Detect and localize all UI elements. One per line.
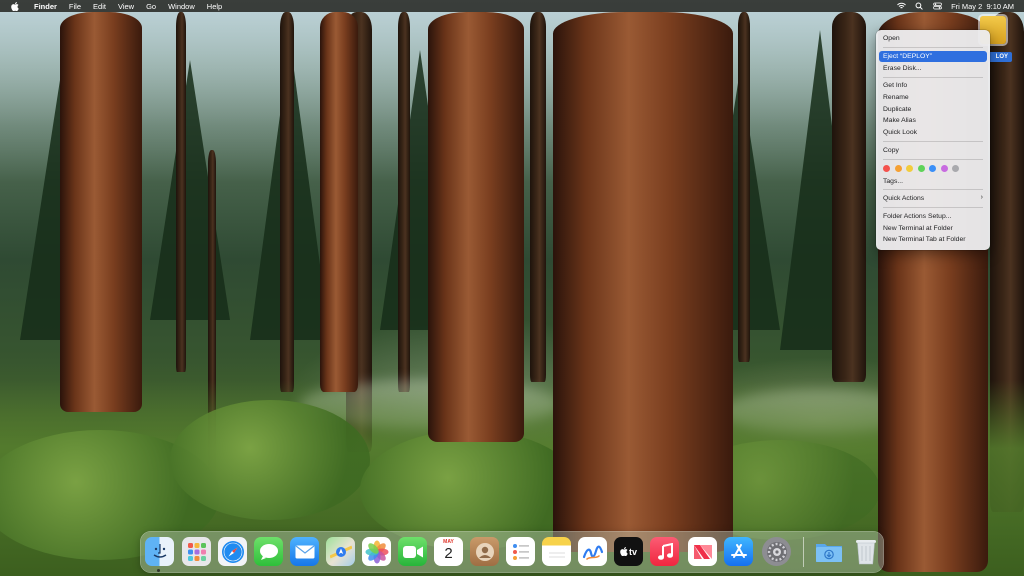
tag-blue-dot[interactable] [929, 165, 936, 173]
dock-safari-icon[interactable] [218, 537, 247, 566]
dock-reminders-icon[interactable] [506, 537, 535, 566]
context-menu: Open Eject “DEPLOY” Erase Disk... Get In… [876, 30, 990, 250]
tree-trunk [832, 12, 866, 382]
menu-item-folder-actions-setup[interactable]: Folder Actions Setup... [879, 211, 987, 223]
menu-bar: Finder File Edit View Go Window Help Fri… [0, 0, 1024, 12]
tag-red-dot[interactable] [883, 165, 890, 173]
tree-trunk [280, 12, 294, 392]
quick-actions-label: Quick Actions [883, 195, 925, 203]
control-center-icon[interactable] [933, 2, 942, 10]
sequoia-trunk [320, 12, 358, 392]
menu-view[interactable]: View [118, 2, 134, 11]
tree-trunk [176, 12, 186, 372]
dock-maps-icon[interactable] [326, 537, 355, 566]
sequoia-trunk [428, 12, 524, 442]
menu-separator [883, 207, 983, 209]
tag-green-dot[interactable] [917, 165, 925, 173]
dock-notes-icon[interactable] [542, 537, 571, 566]
menu-separator [883, 158, 983, 160]
menu-edit[interactable]: Edit [93, 2, 106, 11]
tag-yellow-dot[interactable] [906, 165, 913, 173]
shrub [170, 400, 370, 520]
apple-menu-icon[interactable] [10, 1, 20, 11]
wifi-icon[interactable] [897, 2, 906, 10]
sequoia-trunk [553, 12, 733, 552]
menu-item-make-alias[interactable]: Make Alias [879, 115, 987, 127]
calendar-day: 2 [444, 545, 453, 562]
menu-bar-clock[interactable]: Fri May 2 9:10 AM [951, 2, 1014, 11]
dock-app-store-icon[interactable] [724, 537, 753, 566]
tree-trunk [398, 12, 410, 392]
menu-file[interactable]: File [69, 2, 81, 11]
menu-item-quick-look[interactable]: Quick Look [879, 127, 987, 139]
menu-item-get-info[interactable]: Get Info [879, 80, 987, 92]
desktop-wallpaper [0, 0, 1024, 576]
dock-mail-icon[interactable] [290, 537, 319, 566]
dock-system-settings-icon[interactable] [762, 537, 791, 566]
menu-item-eject[interactable]: Eject “DEPLOY” [879, 50, 987, 63]
dock-news-icon[interactable] [688, 537, 717, 566]
menu-separator [883, 141, 983, 142]
menu-item-open[interactable]: Open [879, 33, 987, 45]
tag-orange-dot[interactable] [894, 165, 902, 173]
sequoia-trunk [60, 12, 142, 412]
dock-divider [803, 537, 804, 567]
menu-item-copy[interactable]: Copy [879, 145, 987, 157]
tag-gray-dot[interactable] [952, 165, 959, 173]
menu-item-duplicate[interactable]: Duplicate [879, 103, 987, 115]
fir-tree [150, 60, 230, 320]
tv-label: tv [628, 546, 637, 557]
status-area: Fri May 2 9:10 AM [897, 0, 1014, 12]
dock-calendar-icon[interactable]: MAY 2 [434, 537, 463, 566]
tree-trunk [738, 12, 750, 362]
tag-purple-dot[interactable] [940, 165, 948, 173]
dock-messages-icon[interactable] [254, 537, 283, 566]
dock-downloads-folder-icon[interactable] [814, 537, 843, 566]
chevron-right-icon: › [980, 193, 983, 201]
dock-trash-icon[interactable] [851, 537, 880, 566]
menu-item-new-terminal-tab-at-folder[interactable]: New Terminal Tab at Folder [879, 234, 987, 246]
dock-tv-icon[interactable]: tv [614, 537, 643, 566]
menu-item-new-terminal-at-folder[interactable]: New Terminal at Folder [879, 222, 987, 234]
menu-finder[interactable]: Finder [34, 2, 57, 11]
dock-music-icon[interactable] [650, 537, 679, 566]
dock-photos-icon[interactable] [362, 537, 391, 566]
menu-item-erase-disk[interactable]: Erase Disk... [879, 62, 987, 74]
dock-freeform-icon[interactable] [578, 537, 607, 566]
menu-go[interactable]: Go [146, 2, 156, 11]
dock-facetime-icon[interactable] [398, 537, 427, 566]
tree-trunk [530, 12, 546, 382]
dock-finder-icon[interactable] [145, 537, 174, 566]
menu-item-rename[interactable]: Rename [879, 92, 987, 104]
dock-contacts-icon[interactable] [470, 537, 499, 566]
dock-launchpad-icon[interactable] [182, 537, 211, 566]
search-icon[interactable] [915, 2, 924, 10]
menu-item-tags[interactable]: Tags... [879, 175, 987, 187]
menu-separator [883, 189, 983, 191]
menu-item-quick-actions[interactable]: Quick Actions › [879, 193, 987, 205]
menu-window[interactable]: Window [168, 2, 195, 11]
menu-separator [883, 47, 983, 49]
menu-separator [883, 76, 983, 78]
running-indicator [157, 569, 160, 572]
menu-help[interactable]: Help [207, 2, 222, 11]
tag-color-row [883, 162, 983, 175]
